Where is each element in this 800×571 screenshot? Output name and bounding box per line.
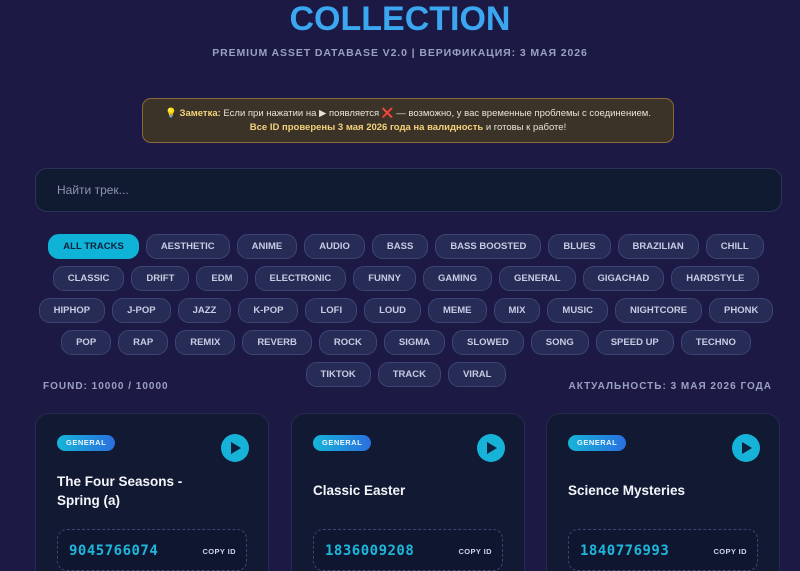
- tag-filter-button[interactable]: PHONK: [709, 298, 774, 323]
- tag-filter-button[interactable]: GENERAL: [499, 266, 576, 291]
- track-name: The Four Seasons - Spring (a): [57, 474, 183, 508]
- tag-filter-button[interactable]: ELECTRONIC: [254, 266, 347, 291]
- notice-tail: — возможно, у вас временные проблемы с с…: [396, 108, 651, 119]
- page-title: COLLECTION: [289, 0, 511, 38]
- notice-text: Если при нажатии на ▶ появляется: [223, 108, 380, 119]
- play-button[interactable]: [732, 434, 760, 462]
- track-name: Science Mysteries: [568, 483, 686, 498]
- track-card: GENERAL Classic Easter 1836009208 COPY I…: [291, 413, 525, 571]
- tag-filter-button[interactable]: MEME: [428, 298, 487, 323]
- tag-filter-button[interactable]: LOFI: [305, 298, 358, 323]
- play-button[interactable]: [221, 434, 249, 462]
- tag-filter-button[interactable]: GIGACHAD: [582, 266, 665, 291]
- tag-filter-button[interactable]: EDM: [196, 266, 248, 291]
- track-id: 9045766074: [69, 543, 159, 559]
- track-id-box: 1836009208 COPY ID: [313, 529, 503, 571]
- tag-filter-button[interactable]: VIRAL: [447, 362, 507, 387]
- tag-filter-button[interactable]: CLASSIC: [52, 266, 125, 291]
- tag-filter-button[interactable]: AESTHETIC: [145, 234, 230, 259]
- tag-filter-button[interactable]: POP: [61, 330, 112, 355]
- tag-filter-button[interactable]: ALL TRACKS: [48, 234, 139, 259]
- track-id: 1840776993: [580, 543, 670, 559]
- tag-filter-button[interactable]: BASS: [371, 234, 429, 259]
- actuality-date: АКТУАЛЬНОСТЬ: 3 МАЯ 2026 ГОДА: [568, 381, 772, 392]
- play-icon: [742, 442, 752, 454]
- notice-verified: Все ID проверены 3 мая 2026 года на вали…: [249, 122, 484, 133]
- tag-filter-button[interactable]: REVERB: [242, 330, 312, 355]
- page-subtitle: PREMIUM ASSET DATABASE V2.0 | ВЕРИФИКАЦИ…: [212, 47, 588, 59]
- play-icon: [487, 442, 497, 454]
- track-card: GENERAL The Four Seasons - Spring (a) 90…: [35, 413, 269, 571]
- tag-filter-button[interactable]: LOUD: [364, 298, 422, 323]
- tag-filter-button[interactable]: ANIME: [236, 234, 298, 259]
- tag-filter-button[interactable]: GAMING: [422, 266, 493, 291]
- tag-filter-button[interactable]: ROCK: [318, 330, 377, 355]
- tag-filter-button[interactable]: SPEED UP: [595, 330, 674, 355]
- search-box: [35, 168, 782, 212]
- tag-filter-button[interactable]: MUSIC: [547, 298, 609, 323]
- tag-filter-button[interactable]: NIGHTCORE: [615, 298, 703, 323]
- copy-id-button[interactable]: COPY ID: [713, 547, 747, 556]
- tag-filter-button[interactable]: MIX: [493, 298, 541, 323]
- tag-filter-button[interactable]: J-POP: [112, 298, 171, 323]
- track-id-box: 9045766074 COPY ID: [57, 529, 247, 571]
- notice-ready: и готовы к работе!: [485, 122, 567, 133]
- copy-id-button[interactable]: COPY ID: [458, 547, 492, 556]
- tag-filter-button[interactable]: K-POP: [238, 298, 299, 323]
- tag-filter-button[interactable]: BLUES: [548, 234, 611, 259]
- cross-icon: ❌: [381, 108, 394, 119]
- copy-id-button[interactable]: COPY ID: [202, 547, 236, 556]
- tag-filter-button[interactable]: TIKTOK: [305, 362, 371, 387]
- tag-filter-button[interactable]: DRIFT: [131, 266, 190, 291]
- track-id-box: 1840776993 COPY ID: [568, 529, 758, 571]
- track-card: GENERAL Science Mysteries 1840776993 COP…: [546, 413, 780, 571]
- search-input[interactable]: [36, 169, 781, 211]
- tag-filter-button[interactable]: AUDIO: [304, 234, 365, 259]
- notice-line-2: Все ID проверены 3 мая 2026 года на вали…: [143, 121, 673, 135]
- notice-label: Заметка:: [179, 108, 221, 119]
- tag-filter-list: ALL TRACKS AESTHETIC ANIME AUDIO BASS BASS BO…: [30, 234, 782, 387]
- notice-banner: 💡 Заметка: Если при нажатии на ▶ появляе…: [142, 98, 674, 143]
- tag-filter-button[interactable]: SIGMA: [383, 330, 446, 355]
- tag-filter-button[interactable]: CHILL: [705, 234, 764, 259]
- category-badge: GENERAL: [568, 435, 627, 451]
- tag-filter-button[interactable]: HIPHOP: [38, 298, 106, 323]
- tag-filter-button[interactable]: REMIX: [175, 330, 236, 355]
- tag-filter-button[interactable]: HARDSTYLE: [671, 266, 760, 291]
- category-badge: GENERAL: [57, 435, 116, 451]
- found-count: FOUND: 10000 / 10000: [43, 381, 169, 392]
- track-id: 1836009208: [325, 543, 415, 559]
- tag-filter-button[interactable]: BRAZILIAN: [617, 234, 699, 259]
- tag-filter-button[interactable]: TRACK: [377, 362, 441, 387]
- tag-filter-button[interactable]: BASS BOOSTED: [435, 234, 542, 259]
- tag-filter-button[interactable]: SONG: [530, 330, 589, 355]
- tag-filter-button[interactable]: JAZZ: [177, 298, 232, 323]
- track-name: Classic Easter: [313, 483, 406, 498]
- play-icon: [231, 442, 241, 454]
- play-button[interactable]: [477, 434, 505, 462]
- tag-filter-button[interactable]: SLOWED: [452, 330, 524, 355]
- notice-line-1: 💡 Заметка: Если при нажатии на ▶ появляе…: [143, 107, 673, 121]
- tag-filter-button[interactable]: FUNNY: [353, 266, 416, 291]
- category-badge: GENERAL: [313, 435, 372, 451]
- tag-filter-button[interactable]: RAP: [118, 330, 169, 355]
- lightbulb-icon: 💡: [165, 108, 177, 119]
- tag-filter-button[interactable]: TECHNO: [680, 330, 751, 355]
